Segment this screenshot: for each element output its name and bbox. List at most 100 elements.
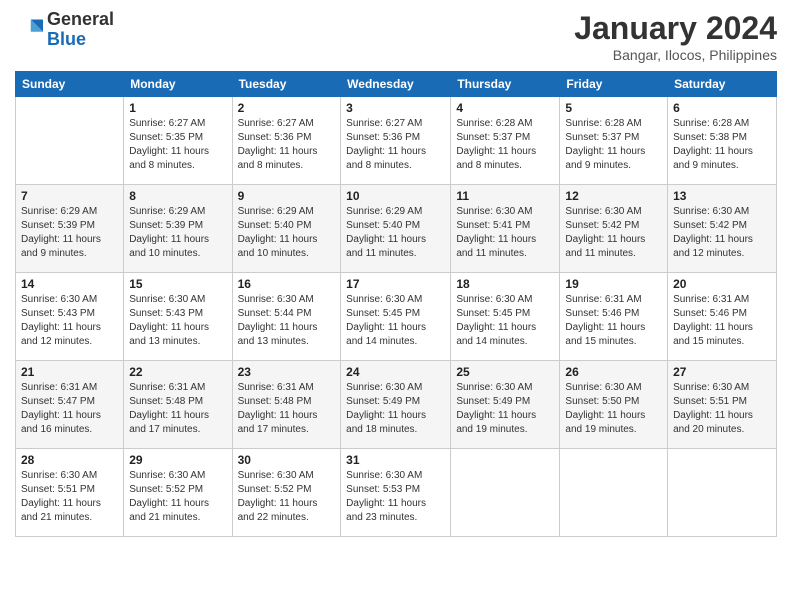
week-row-2: 14Sunrise: 6:30 AMSunset: 5:43 PMDayligh… [16,273,777,361]
day-info: Sunrise: 6:30 AMSunset: 5:52 PMDaylight:… [238,469,336,525]
day-info: Sunrise: 6:31 AMSunset: 5:47 PMDaylight:… [21,381,118,437]
header-thursday: Thursday [451,72,560,97]
sunrise-text: Sunrise: 6:31 AM [238,381,336,395]
day-info: Sunrise: 6:29 AMSunset: 5:39 PMDaylight:… [129,205,226,261]
sunrise-text: Sunrise: 6:29 AM [238,205,336,219]
daylight-text: Daylight: 11 hours and 9 minutes. [565,145,662,173]
sunrise-text: Sunrise: 6:31 AM [673,293,771,307]
day-info: Sunrise: 6:30 AMSunset: 5:42 PMDaylight:… [673,205,771,261]
daylight-text: Daylight: 11 hours and 10 minutes. [129,233,226,261]
day-number: 10 [346,189,445,203]
daylight-text: Daylight: 11 hours and 11 minutes. [456,233,554,261]
day-number: 5 [565,101,662,115]
cell-w2-d5: 19Sunrise: 6:31 AMSunset: 5:46 PMDayligh… [560,273,668,361]
cell-w1-d4: 11Sunrise: 6:30 AMSunset: 5:41 PMDayligh… [451,185,560,273]
sunrise-text: Sunrise: 6:31 AM [565,293,662,307]
sunrise-text: Sunrise: 6:30 AM [346,293,445,307]
logo-blue: Blue [47,30,114,50]
sunset-text: Sunset: 5:40 PM [346,219,445,233]
sunrise-text: Sunrise: 6:30 AM [238,469,336,483]
sunrise-text: Sunrise: 6:30 AM [673,381,771,395]
sunrise-text: Sunrise: 6:27 AM [238,117,336,131]
daylight-text: Daylight: 11 hours and 21 minutes. [21,497,118,525]
daylight-text: Daylight: 11 hours and 17 minutes. [129,409,226,437]
day-number: 15 [129,277,226,291]
day-number: 20 [673,277,771,291]
daylight-text: Daylight: 11 hours and 11 minutes. [565,233,662,261]
sunset-text: Sunset: 5:38 PM [673,131,771,145]
sunrise-text: Sunrise: 6:30 AM [129,293,226,307]
day-number: 12 [565,189,662,203]
day-info: Sunrise: 6:30 AMSunset: 5:44 PMDaylight:… [238,293,336,349]
day-number: 2 [238,101,336,115]
sunrise-text: Sunrise: 6:27 AM [129,117,226,131]
cell-w4-d5 [560,449,668,537]
cell-w1-d1: 8Sunrise: 6:29 AMSunset: 5:39 PMDaylight… [124,185,232,273]
day-number: 31 [346,453,445,467]
day-info: Sunrise: 6:28 AMSunset: 5:37 PMDaylight:… [456,117,554,173]
day-info: Sunrise: 6:27 AMSunset: 5:36 PMDaylight:… [346,117,445,173]
cell-w2-d2: 16 Sunrise: 6:30 AMSunset: 5:44 PMDayligh… [232,273,341,361]
cell-w0-d6: 6Sunrise: 6:28 AMSunset: 5:38 PMDaylight… [668,97,777,185]
day-number: 23 [238,365,336,379]
sunset-text: Sunset: 5:36 PM [346,131,445,145]
day-number: 27 [673,365,771,379]
logo-general: General [47,10,114,30]
cell-w0-d3: 3Sunrise: 6:27 AMSunset: 5:36 PMDaylight… [341,97,451,185]
day-info: Sunrise: 6:30 AMSunset: 5:51 PMDaylight:… [21,469,118,525]
sunrise-text: Sunrise: 6:30 AM [565,205,662,219]
sunrise-text: Sunrise: 6:29 AM [21,205,118,219]
day-info: Sunrise: 6:29 AMSunset: 5:39 PMDaylight:… [21,205,118,261]
day-number: 16 [238,277,336,291]
day-info: Sunrise: 6:30 AMSunset: 5:52 PMDaylight:… [129,469,226,525]
cell-w3-d5: 26Sunrise: 6:30 AMSunset: 5:50 PMDayligh… [560,361,668,449]
daylight-text: Daylight: 11 hours and 14 minutes. [456,321,554,349]
sunrise-text: Sunrise: 6:28 AM [673,117,771,131]
sunset-text: Sunset: 5:44 PM [238,307,336,321]
cell-w1-d3: 10Sunrise: 6:29 AMSunset: 5:40 PMDayligh… [341,185,451,273]
daylight-text: Daylight: 11 hours and 8 minutes. [456,145,554,173]
sunset-text: Sunset: 5:46 PM [673,307,771,321]
day-info: Sunrise: 6:31 AMSunset: 5:46 PMDaylight:… [565,293,662,349]
calendar-header-row: Sunday Monday Tuesday Wednesday Thursday… [16,72,777,97]
header: General Blue January 2024 Bangar, Ilocos… [15,10,777,63]
sunrise-text: Sunrise: 6:30 AM [456,293,554,307]
title-block: January 2024 Bangar, Ilocos, Philippines [574,10,777,63]
cell-w2-d4: 18Sunrise: 6:30 AMSunset: 5:45 PMDayligh… [451,273,560,361]
cell-w1-d5: 12Sunrise: 6:30 AMSunset: 5:42 PMDayligh… [560,185,668,273]
sunset-text: Sunset: 5:51 PM [21,483,118,497]
cell-w3-d2: 23Sunrise: 6:31 AMSunset: 5:48 PMDayligh… [232,361,341,449]
day-info: Sunrise: 6:30 AMSunset: 5:49 PMDaylight:… [456,381,554,437]
sunrise-text: Sunrise: 6:30 AM [346,381,445,395]
sunrise-text: Sunrise: 6:30 AM [129,469,226,483]
cell-w3-d6: 27Sunrise: 6:30 AMSunset: 5:51 PMDayligh… [668,361,777,449]
sunset-text: Sunset: 5:43 PM [129,307,226,321]
day-number: 1 [129,101,226,115]
sunset-text: Sunset: 5:39 PM [21,219,118,233]
daylight-text: Daylight: 11 hours and 13 minutes. [129,321,226,349]
day-info: Sunrise: 6:28 AMSunset: 5:37 PMDaylight:… [565,117,662,173]
logo-text: General Blue [47,10,114,50]
month-title: January 2024 [574,10,777,47]
day-number: 11 [456,189,554,203]
daylight-text: Daylight: 11 hours and 22 minutes. [238,497,336,525]
day-info: Sunrise: 6:30 AMSunset: 5:43 PMDaylight:… [21,293,118,349]
daylight-text: Daylight: 11 hours and 8 minutes. [238,145,336,173]
sunset-text: Sunset: 5:39 PM [129,219,226,233]
sunset-text: Sunset: 5:48 PM [129,395,226,409]
daylight-text: Daylight: 11 hours and 8 minutes. [129,145,226,173]
sunset-text: Sunset: 5:40 PM [238,219,336,233]
cell-w2-d3: 17Sunrise: 6:30 AMSunset: 5:45 PMDayligh… [341,273,451,361]
day-number: 24 [346,365,445,379]
sunrise-text: Sunrise: 6:29 AM [129,205,226,219]
day-number: 21 [21,365,118,379]
day-number: 14 [21,277,118,291]
cell-w4-d0: 28Sunrise: 6:30 AMSunset: 5:51 PMDayligh… [16,449,124,537]
cell-w0-d1: 1 Sunrise: 6:27 AMSunset: 5:35 PMDaylight… [124,97,232,185]
logo-icon [15,16,43,44]
cell-w1-d2: 9Sunrise: 6:29 AMSunset: 5:40 PMDaylight… [232,185,341,273]
cell-w2-d1: 15 Sunrise: 6:30 AMSunset: 5:43 PMDayligh… [124,273,232,361]
day-info: Sunrise: 6:27 AMSunset: 5:35 PMDaylight:… [129,117,226,173]
cell-w2-d6: 20Sunrise: 6:31 AMSunset: 5:46 PMDayligh… [668,273,777,361]
sunrise-text: Sunrise: 6:28 AM [565,117,662,131]
